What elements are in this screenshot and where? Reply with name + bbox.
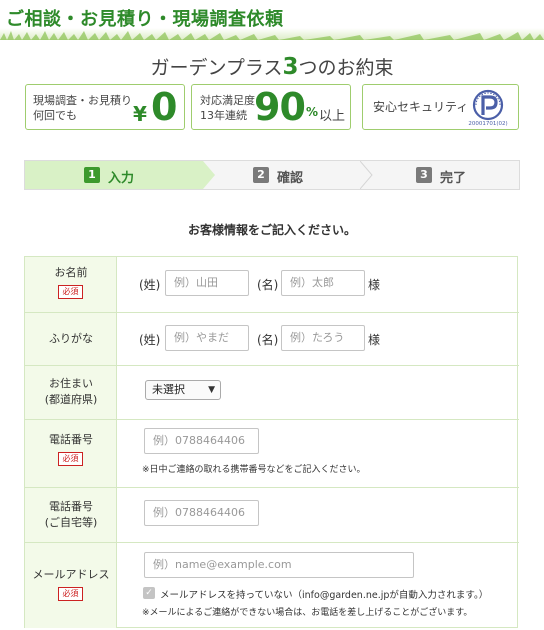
sei-label: (姓) bbox=[139, 278, 161, 292]
step-label-input: 入力 bbox=[108, 171, 135, 186]
first-name-kana-input[interactable]: 例）たろう bbox=[281, 325, 365, 351]
step-arrow bbox=[203, 161, 215, 189]
progress-steps: 1 入力 2 確認 3 完了 bbox=[24, 160, 520, 190]
customer-form: お名前 必須 (姓) 例）山田 (名) 例）太郎 様 ふりがな (姓) 例）やま… bbox=[24, 256, 519, 628]
form-title: お客様情報をご記入ください。 bbox=[187, 223, 356, 237]
promise-satisfaction: 対応満足度 13年連続 90 % 以上 bbox=[191, 84, 351, 130]
promise-free-line1: 現場調査・お見積り bbox=[33, 94, 132, 107]
furigana-label: ふりがな bbox=[49, 332, 93, 345]
promise-satisfaction-text: 対応満足度 13年連続 bbox=[200, 93, 255, 123]
promise-title-prefix: ガーデンプラス bbox=[150, 57, 283, 79]
label-cell: お住まい (都道府県) bbox=[25, 366, 117, 419]
form-row-home-phone: 電話番号 (ご自宅等) 例）0788464406 bbox=[25, 487, 519, 542]
phone-label: 電話番号 bbox=[49, 433, 93, 446]
grass-decoration bbox=[0, 31, 544, 40]
name-label: お名前 bbox=[54, 266, 88, 279]
chevron-down-icon: ▼ bbox=[208, 385, 215, 395]
promise-free-text: 現場調査・お見積り 何回でも bbox=[33, 93, 132, 123]
label-cell: 電話番号 (ご自宅等) bbox=[25, 488, 117, 542]
no-email-checkbox[interactable]: ✓ bbox=[143, 587, 155, 599]
label-cell: 電話番号 必須 bbox=[25, 420, 117, 487]
step-label-confirm: 確認 bbox=[277, 171, 304, 186]
required-badge: 必須 bbox=[58, 452, 83, 466]
satisfaction-suffix: 以上 bbox=[319, 109, 346, 124]
address-sublabel: (都道府県) bbox=[44, 393, 98, 406]
home-phone-label: 電話番号 bbox=[49, 500, 93, 513]
page-title: ご相談・お見積り・現場調査依頼 bbox=[6, 9, 284, 30]
sama-label: 様 bbox=[368, 278, 381, 292]
sei-label: (姓) bbox=[139, 333, 161, 347]
promise-free-estimate: 現場調査・お見積り 何回でも ¥ 0 bbox=[25, 84, 185, 130]
mei-label: (名) bbox=[257, 333, 279, 347]
prefecture-select[interactable]: 未選択 ▼ bbox=[145, 380, 221, 400]
percent-sign: % bbox=[306, 105, 319, 119]
promise-satisfaction-line1: 対応満足度 bbox=[200, 94, 255, 107]
form-row-furigana: ふりがな (姓) 例）やまだ (名) 例）たろう 様 bbox=[25, 312, 519, 365]
phone-note: ※日中ご連絡の取れる携帯番号などをご記入ください。 bbox=[142, 465, 366, 475]
promise-security: 安心セキュリティ 20001701(02) bbox=[362, 84, 519, 130]
page-header: ご相談・お見積り・現場調査依頼 bbox=[0, 0, 544, 40]
email-label: メールアドレス bbox=[32, 568, 110, 581]
privacy-mark-number: 20001701(02) bbox=[468, 121, 507, 127]
step-label-complete: 完了 bbox=[440, 171, 467, 186]
no-email-checkbox-label[interactable]: メールアドレスを持っていない（info@garden.ne.jpが自動入力されま… bbox=[160, 587, 488, 601]
step-number-3: 3 bbox=[416, 167, 432, 183]
promise-satisfaction-line2: 13年連続 bbox=[200, 109, 247, 122]
label-cell: お名前 必須 bbox=[25, 257, 117, 312]
home-phone-sublabel: (ご自宅等) bbox=[44, 516, 98, 529]
promise-title-number: 3 bbox=[282, 54, 299, 80]
required-badge: 必須 bbox=[58, 587, 83, 601]
phone-input[interactable]: 例）0788464406 bbox=[144, 428, 259, 454]
yen-symbol: ¥ bbox=[133, 102, 147, 126]
promise-free-line2: 何回でも bbox=[33, 109, 77, 122]
address-label: お住まい bbox=[49, 377, 93, 390]
mei-label: (名) bbox=[257, 278, 279, 292]
label-cell: ふりがな bbox=[25, 313, 117, 365]
last-name-kana-input[interactable]: 例）やまだ bbox=[165, 325, 249, 351]
privacy-mark-icon: 20001701(02) bbox=[468, 89, 508, 127]
home-phone-input[interactable]: 例）0788464406 bbox=[144, 500, 259, 526]
form-row-address: お住まい (都道府県) 未選択 ▼ bbox=[25, 365, 519, 419]
step-number-1: 1 bbox=[84, 167, 100, 183]
first-name-input[interactable]: 例）太郎 bbox=[281, 270, 365, 296]
promise-title-suffix: つのお約束 bbox=[298, 57, 394, 79]
last-name-input[interactable]: 例）山田 bbox=[165, 270, 249, 296]
email-input[interactable]: 例）name@example.com bbox=[144, 552, 414, 578]
security-label: 安心セキュリティ bbox=[373, 100, 469, 114]
satisfaction-value: 90 bbox=[254, 85, 306, 129]
email-note: ※メールによるご連絡ができない場合は、お電話を差し上げることがございます。 bbox=[142, 608, 473, 618]
step-separator bbox=[360, 161, 373, 189]
step-number-2: 2 bbox=[253, 167, 269, 183]
required-badge: 必須 bbox=[58, 285, 83, 299]
sama-label: 様 bbox=[368, 333, 381, 347]
form-row-phone: 電話番号 必須 例）0788464406 ※日中ご連絡の取れる携帯番号などをご記… bbox=[25, 419, 519, 487]
free-value: 0 bbox=[151, 85, 178, 129]
label-cell: メールアドレス 必須 bbox=[25, 543, 117, 628]
form-row-name: お名前 必須 (姓) 例）山田 (名) 例）太郎 様 bbox=[25, 257, 519, 312]
form-row-email: メールアドレス 必須 例）name@example.com ✓ メールアドレスを… bbox=[25, 542, 519, 628]
promise-title: ガーデンプラス3つのお約束 bbox=[0, 53, 544, 80]
prefecture-select-value: 未選択 bbox=[152, 383, 185, 396]
